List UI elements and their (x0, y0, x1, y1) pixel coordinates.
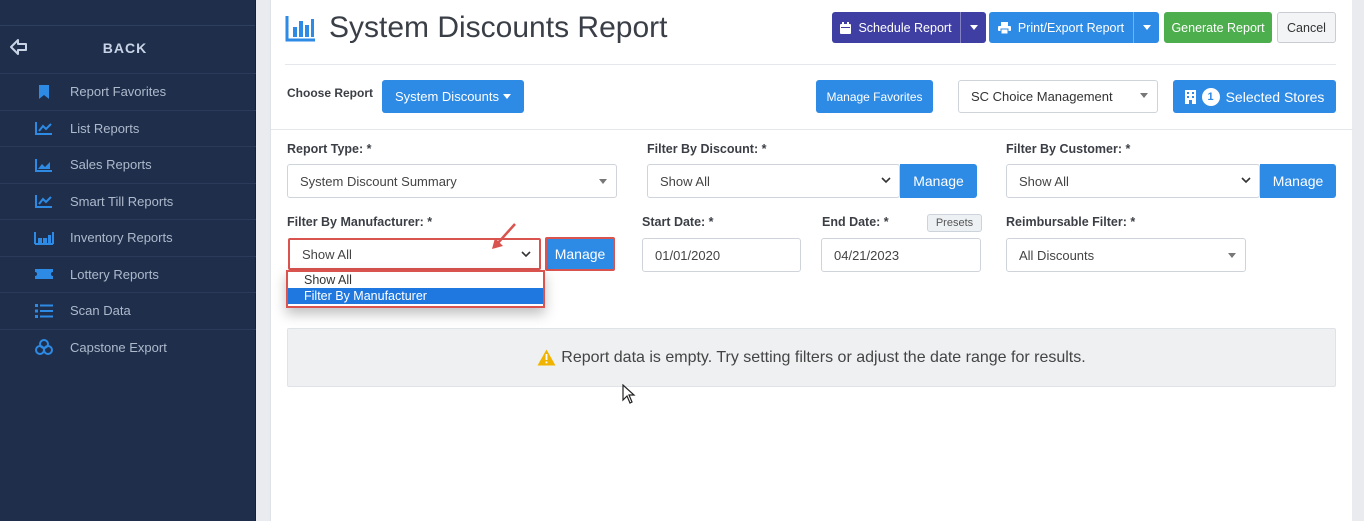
selected-stores-label: Selected Stores (1225, 88, 1325, 105)
reimbursable-filter-label: Reimbursable Filter: * (1006, 215, 1136, 229)
schedule-dropdown-toggle[interactable] (960, 12, 986, 43)
end-date-label: End Date: * (822, 215, 889, 229)
manufacturer-filter-value: Show All (302, 246, 352, 262)
sidebar-nav: Report Favorites List Reports Sales Repo… (0, 73, 256, 365)
caret-down-icon (599, 179, 607, 184)
empty-report-message: Report data is empty. Try setting filter… (561, 348, 1086, 366)
reimbursable-filter-select[interactable]: All Discounts (1006, 238, 1246, 272)
manage-manufacturers-button[interactable]: Manage (545, 237, 615, 271)
manage-favorites-button[interactable]: Manage Favorites (816, 80, 933, 113)
caret-down-icon (1140, 93, 1148, 98)
discount-filter-select[interactable]: Show All (647, 164, 900, 198)
discount-filter-label: Filter By Discount: * (647, 142, 767, 156)
manage-customers-button[interactable]: Manage (1260, 164, 1336, 198)
sidebar-item-label: Scan Data (70, 303, 131, 319)
reimbursable-filter-value: All Discounts (1019, 247, 1095, 263)
customer-filter-select[interactable]: Show All (1006, 164, 1260, 198)
report-type-select[interactable]: System Discount Summary (287, 164, 617, 198)
manufacturer-dropdown-list: Show All Filter By Manufacturer (286, 270, 545, 308)
manage-discounts-button[interactable]: Manage (900, 164, 977, 198)
selected-stores-button[interactable]: 1 Selected Stores (1173, 80, 1336, 113)
dropdown-option-filter-by-manufacturer[interactable]: Filter By Manufacturer (288, 288, 543, 304)
report-type-value: System Discount Summary (300, 173, 457, 189)
sidebar-item-inventory-reports[interactable]: Inventory Reports (0, 219, 256, 256)
sidebar-item-label: Sales Reports (70, 157, 152, 173)
back-label: BACK (102, 40, 148, 56)
chevron-down-icon (881, 177, 891, 184)
warehouse-icon (34, 228, 54, 248)
sidebar-top-bar (0, 0, 255, 26)
schedule-report-label: Schedule Report (858, 20, 952, 35)
schedule-report-button[interactable]: Schedule Report (832, 12, 986, 43)
sidebar-item-label: Smart Till Reports (70, 193, 174, 209)
sidebar-item-lottery-reports[interactable]: Lottery Reports (0, 255, 256, 293)
discount-filter-value: Show All (660, 173, 710, 189)
bar-chart-icon (285, 16, 315, 42)
manufacturer-filter-label: Filter By Manufacturer: * (287, 215, 433, 229)
page-header: System Discounts Report (285, 8, 667, 48)
caret-down-icon (503, 94, 512, 99)
selected-count-badge: 1 (1201, 87, 1220, 106)
sidebar-item-capstone-export[interactable]: Capstone Export (0, 328, 256, 366)
sidebar-item-label: Report Favorites (70, 84, 167, 100)
sidebar-item-sales-reports[interactable]: Sales Reports (0, 146, 256, 183)
calendar-icon (840, 21, 852, 34)
report-type-label: Report Type: * (287, 142, 372, 156)
cubes-icon (34, 337, 54, 357)
mouse-cursor-icon (622, 384, 636, 404)
start-date-input[interactable]: 01/01/2020 (642, 238, 801, 272)
customer-filter-value: Show All (1019, 173, 1069, 189)
dropdown-option-show-all[interactable]: Show All (288, 272, 543, 288)
sidebar-item-label: List Reports (70, 120, 140, 136)
area-chart-icon (34, 155, 54, 175)
start-date-label: Start Date: * (642, 215, 714, 229)
generate-report-button[interactable]: Generate Report (1164, 12, 1272, 43)
chevron-down-icon (521, 251, 531, 258)
main-panel: System Discounts Report Schedule Report … (270, 0, 1353, 521)
sidebar-item-smart-till-reports[interactable]: Smart Till Reports (0, 182, 256, 220)
ticket-icon (34, 264, 54, 284)
bookmark-icon (34, 82, 54, 102)
line-chart-icon (34, 191, 54, 211)
sidebar-item-scan-data[interactable]: Scan Data (0, 292, 256, 329)
header-divider (285, 64, 1336, 65)
sidebar-item-label: Capstone Export (70, 339, 167, 355)
list-icon (34, 301, 54, 321)
warning-icon (537, 349, 556, 366)
back-button[interactable]: BACK (0, 30, 256, 68)
sidebar-item-report-favorites[interactable]: Report Favorites (0, 73, 256, 110)
store-group-value: SC Choice Management (971, 89, 1113, 104)
customer-filter-label: Filter By Customer: * (1006, 142, 1131, 156)
annotation-arrow-icon (492, 223, 516, 249)
choose-report-dropdown[interactable]: System Discounts (382, 80, 524, 113)
print-export-button[interactable]: Print/Export Report (989, 12, 1159, 43)
sidebar-item-list-reports[interactable]: List Reports (0, 109, 256, 147)
empty-report-alert: Report data is empty. Try setting filter… (287, 328, 1336, 387)
print-dropdown-toggle[interactable] (1133, 12, 1159, 43)
building-icon (1184, 89, 1196, 104)
sidebar-item-label: Lottery Reports (70, 266, 159, 282)
print-icon (997, 21, 1011, 34)
cancel-button[interactable]: Cancel (1277, 12, 1336, 43)
page-title: System Discounts Report (329, 11, 668, 44)
sidebar-item-label: Inventory Reports (70, 230, 173, 246)
end-date-input[interactable]: 04/21/2023 (821, 238, 981, 272)
presets-button[interactable]: Presets (927, 214, 982, 232)
print-export-label: Print/Export Report (1017, 20, 1125, 35)
line-chart-icon (34, 118, 54, 138)
sidebar: BACK Report Favorites List Reports Sales… (0, 0, 256, 521)
choose-report-value: System Discounts (394, 89, 500, 104)
caret-down-icon (1228, 253, 1236, 258)
caret-down-icon (969, 25, 978, 30)
toolbar-divider (271, 129, 1353, 130)
caret-down-icon (1142, 25, 1151, 30)
choose-report-label: Choose Report (287, 86, 374, 100)
store-group-select[interactable]: SC Choice Management (958, 80, 1158, 113)
chevron-down-icon (1241, 177, 1251, 184)
